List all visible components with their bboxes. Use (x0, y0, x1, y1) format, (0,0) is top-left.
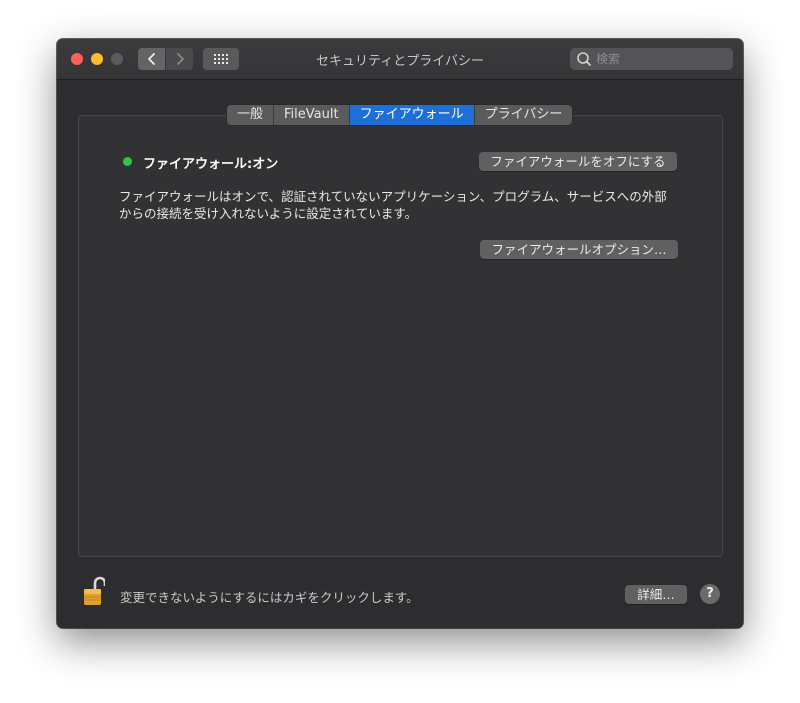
search-icon (577, 52, 591, 66)
search-input[interactable] (596, 52, 726, 66)
firewall-status: ファイアウォール:オン (143, 157, 279, 172)
status-indicator (123, 157, 132, 166)
lock-hint: 変更できないようにするにはカギをクリックします。 (120, 590, 419, 605)
tab-privacy[interactable]: プライバシー (474, 105, 573, 125)
content-panel (78, 115, 723, 557)
turn-off-firewall-button[interactable]: ファイアウォールをオフにする (479, 152, 677, 171)
tab-firewall[interactable]: ファイアウォール (349, 105, 475, 125)
tab-filevault[interactable]: FileVault (274, 105, 350, 125)
title-bar[interactable]: セキュリティとプライバシー (57, 39, 743, 80)
search-field[interactable] (570, 48, 733, 70)
lock-open-icon[interactable] (83, 576, 105, 606)
tab-general[interactable]: 一般 (227, 105, 275, 125)
firewall-description: ファイアウォールはオンで、認証されていないアプリケーション、プログラム、サービス… (119, 189, 667, 221)
preferences-window: セキュリティとプライバシー 一般 FileVault ファイアウォール プライバ… (57, 39, 743, 628)
advanced-button[interactable]: 詳細… (625, 585, 687, 604)
help-button[interactable]: ? (700, 584, 720, 604)
tab-bar: 一般 FileVault ファイアウォール プライバシー (227, 105, 573, 125)
firewall-options-button[interactable]: ファイアウォールオプション… (480, 240, 678, 259)
